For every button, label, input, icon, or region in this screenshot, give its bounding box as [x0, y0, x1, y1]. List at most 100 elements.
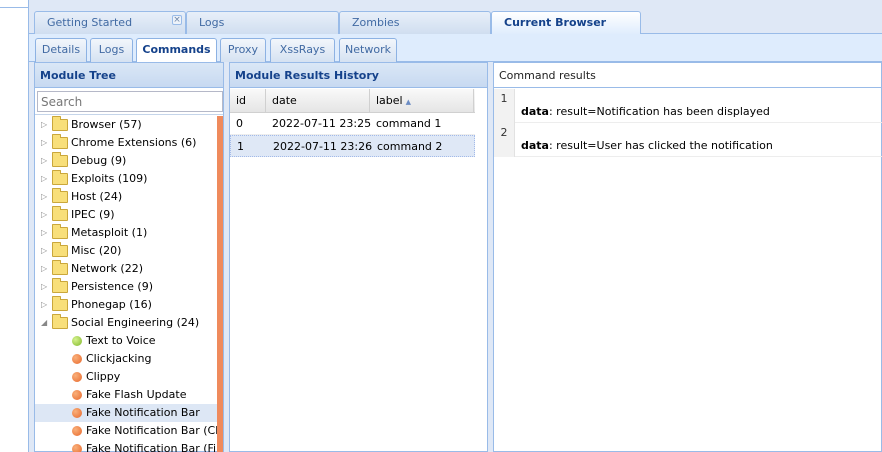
status-orange-icon — [72, 444, 82, 452]
folder-label: Social Engineering (24) — [71, 316, 200, 329]
folder-label: Host (24) — [71, 190, 123, 203]
tree-folder[interactable]: ▷ Host (24) — [35, 188, 217, 206]
module-label: Clippy — [86, 370, 121, 383]
result-text: data: result=User has clicked the notifi… — [521, 139, 773, 152]
status-green-icon — [72, 336, 82, 346]
tree-module[interactable]: Fake Notification Bar (Firefox) — [35, 440, 217, 452]
folder-label: Network (22) — [71, 262, 144, 275]
tree-folder[interactable]: ▷ Persistence (9) — [35, 278, 217, 296]
tree-folder[interactable]: ▷ Network (22) — [35, 260, 217, 278]
folder-icon — [52, 188, 68, 203]
main-tab-strip: Getting Started × Logs Zombies Current B… — [29, 10, 882, 35]
tab-label: Logs — [199, 16, 225, 29]
search-input[interactable] — [37, 91, 223, 112]
expand-arrow-icon[interactable]: ▷ — [41, 260, 49, 278]
expand-arrow-icon[interactable]: ▷ — [41, 206, 49, 224]
close-icon[interactable]: × — [172, 15, 182, 25]
tab-details[interactable]: Details — [35, 38, 87, 62]
folder-label: Misc (20) — [71, 244, 122, 257]
folder-icon — [52, 116, 68, 131]
expand-arrow-icon[interactable]: ▷ — [41, 224, 49, 242]
expand-arrow-icon[interactable]: ▷ — [41, 188, 49, 206]
folder-icon — [52, 260, 68, 275]
column-header-date[interactable]: date — [266, 89, 370, 113]
expand-arrow-icon[interactable]: ▷ — [41, 152, 49, 170]
results-history-title: Module Results History — [230, 63, 487, 88]
folder-label: Phonegap (16) — [71, 298, 152, 311]
module-tree: ▷ Browser (57) ▷ Chrome Extensions (6) ▷ De… — [35, 116, 217, 452]
tab-label: Proxy — [227, 43, 259, 56]
table-row-selected[interactable]: 1 2022-07-11 23:26 command 2 — [230, 135, 475, 157]
folder-icon — [52, 242, 68, 257]
tab-xssrays[interactable]: XssRays — [270, 38, 335, 62]
folder-label: Debug (9) — [71, 154, 127, 167]
tree-folder[interactable]: ▷ Debug (9) — [35, 152, 217, 170]
tree-folder[interactable]: ▷ Misc (20) — [35, 242, 217, 260]
column-header-id[interactable]: id — [230, 89, 266, 113]
cell-id: 1 — [237, 140, 244, 153]
results-history-panel: Module Results History id date label ▲ 0 … — [229, 62, 488, 452]
cell-id: 0 — [236, 117, 243, 130]
tab-browser-logs[interactable]: Logs — [90, 38, 133, 62]
cell-label: command 1 — [376, 117, 442, 130]
tab-commands[interactable]: Commands — [136, 38, 217, 63]
column-header-label[interactable]: label ▲ — [370, 89, 474, 113]
column-label: id — [236, 94, 247, 107]
splitter-bar[interactable] — [217, 116, 223, 452]
tab-zombies[interactable]: Zombies — [339, 11, 491, 34]
module-label: Fake Notification Bar (Firefox) — [86, 442, 217, 452]
expand-arrow-icon[interactable]: ▷ — [41, 170, 49, 188]
folder-label: Persistence (9) — [71, 280, 153, 293]
tree-module[interactable]: Fake Flash Update — [35, 386, 217, 404]
tab-getting-started[interactable]: Getting Started × — [34, 11, 186, 34]
result-row-number: 2 — [494, 123, 515, 157]
module-tree-panel: Module Tree ▷ Browser (57) ▷ Chrome Extens… — [34, 62, 224, 452]
sort-ascending-icon: ▲ — [405, 98, 411, 106]
folder-label: Metasploit (1) — [71, 226, 148, 239]
tree-module[interactable]: Fake Notification Bar (Chrome) — [35, 422, 217, 440]
tree-folder-expanded[interactable]: ◢ Social Engineering (24) — [35, 314, 217, 332]
folder-label: Chrome Extensions (6) — [71, 136, 197, 149]
status-orange-icon — [72, 372, 82, 382]
status-orange-icon — [72, 426, 82, 436]
tree-folder[interactable]: ▷ Chrome Extensions (6) — [35, 134, 217, 152]
left-panel-edge — [0, 0, 29, 452]
expand-arrow-icon[interactable]: ▷ — [41, 278, 49, 296]
tab-proxy[interactable]: Proxy — [220, 38, 266, 62]
tree-module[interactable]: Clickjacking — [35, 350, 217, 368]
folder-icon — [52, 296, 68, 311]
tree-module[interactable]: Text to Voice — [35, 332, 217, 350]
tree-folder[interactable]: ▷ Exploits (109) — [35, 170, 217, 188]
result-value: : result=Notification has been displayed — [548, 105, 770, 118]
status-orange-icon — [72, 354, 82, 364]
column-label: date — [272, 94, 297, 107]
folder-label: IPEC (9) — [71, 208, 115, 221]
result-row: 1 data: result=Notification has been dis… — [494, 89, 882, 123]
tree-module[interactable]: Clippy — [35, 368, 217, 386]
status-orange-icon — [72, 408, 82, 418]
result-key: data — [521, 139, 549, 152]
tree-folder[interactable]: ▷ Metasploit (1) — [35, 224, 217, 242]
tab-network[interactable]: Network — [339, 38, 397, 62]
module-label: Clickjacking — [86, 352, 152, 365]
collapse-arrow-icon[interactable]: ◢ — [41, 314, 49, 332]
cell-date: 2022-07-11 23:25 — [272, 117, 372, 130]
tab-logs[interactable]: Logs — [186, 11, 339, 34]
folder-icon — [52, 278, 68, 293]
expand-arrow-icon[interactable]: ▷ — [41, 116, 49, 134]
result-row-number: 1 — [494, 89, 515, 123]
column-label: label — [376, 94, 403, 107]
expand-arrow-icon[interactable]: ▷ — [41, 296, 49, 314]
search-wrap — [35, 88, 223, 115]
expand-arrow-icon[interactable]: ▷ — [41, 242, 49, 260]
tab-current-browser[interactable]: Current Browser — [491, 11, 641, 35]
folder-label: Exploits (109) — [71, 172, 148, 185]
expand-arrow-icon[interactable]: ▷ — [41, 134, 49, 152]
tree-folder[interactable]: ▷ IPEC (9) — [35, 206, 217, 224]
table-row[interactable]: 0 2022-07-11 23:25 command 1 — [230, 113, 475, 135]
tree-folder[interactable]: ▷ Browser (57) — [35, 116, 217, 134]
folder-label: Browser (57) — [71, 118, 142, 131]
tree-module-selected[interactable]: Fake Notification Bar — [35, 404, 217, 422]
left-panel-header — [0, 0, 28, 8]
tree-folder[interactable]: ▷ Phonegap (16) — [35, 296, 217, 314]
